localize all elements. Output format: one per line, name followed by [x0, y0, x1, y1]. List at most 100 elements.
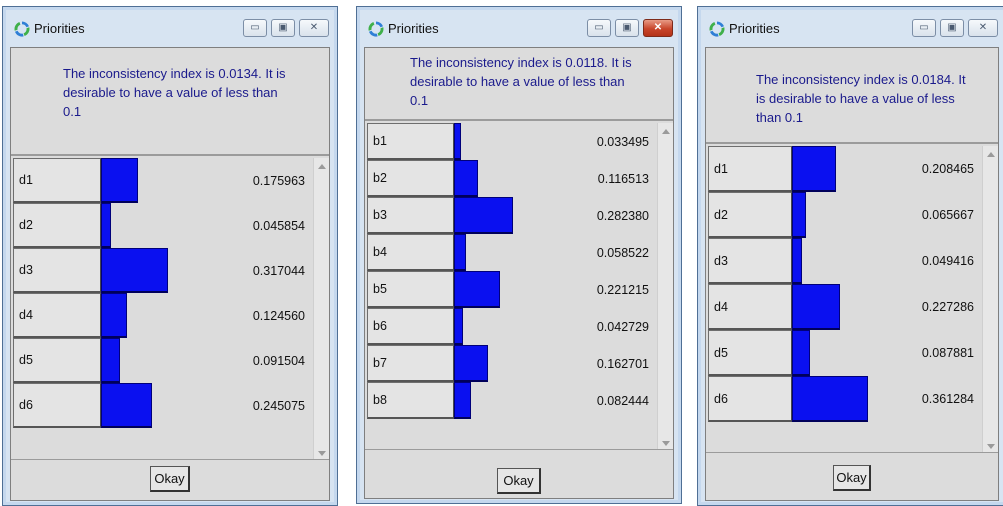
scroll-up-icon[interactable]	[987, 152, 995, 157]
priorities-app-icon	[13, 20, 31, 38]
vertical-scrollbar[interactable]	[313, 158, 329, 462]
priority-value: 0.245075	[252, 398, 305, 413]
row-label: b2	[367, 160, 454, 197]
scroll-down-icon[interactable]	[662, 441, 670, 446]
row-label: d3	[13, 248, 101, 293]
row-label: d3	[708, 238, 792, 284]
priority-value: 0.175963	[252, 173, 305, 188]
priority-value: 0.227286	[921, 300, 974, 314]
okay-button[interactable]: Okay	[497, 468, 541, 494]
maximize-button[interactable]: ▣	[940, 19, 964, 37]
vertical-scrollbar[interactable]	[657, 123, 673, 452]
priorities-window-3: Priorities ▭ ▣ ✕ The inconsistency index is …	[697, 6, 1003, 506]
maximize-button[interactable]: ▣	[271, 19, 295, 37]
scroll-down-icon[interactable]	[987, 444, 995, 449]
priority-row: d3 0.317044	[13, 248, 313, 293]
priority-value: 0.082444	[596, 393, 649, 408]
row-label: d4	[13, 293, 101, 338]
priority-bar	[454, 160, 478, 197]
okay-button[interactable]: Okay	[150, 466, 190, 492]
priority-bar	[101, 293, 127, 338]
priority-row: d1 0.175963	[13, 158, 313, 203]
scroll-up-icon[interactable]	[318, 164, 326, 169]
row-label: b4	[367, 234, 454, 271]
priority-value: 0.091504	[252, 353, 305, 368]
maximize-icon: ▣	[622, 22, 632, 33]
minimize-button[interactable]: ▭	[587, 19, 611, 37]
window-title: Priorities	[729, 21, 780, 36]
title-bar: Priorities ▭ ▣ ✕	[3, 7, 337, 41]
minimize-icon: ▭	[919, 22, 929, 33]
priority-bar	[101, 158, 138, 203]
priority-value: 0.045854	[252, 218, 305, 233]
minimize-button[interactable]: ▭	[243, 19, 267, 37]
dialog-footer: Okay	[11, 459, 329, 500]
dialog-footer: Okay	[365, 449, 673, 498]
close-icon: ✕	[978, 22, 988, 33]
priority-bar	[792, 330, 810, 376]
priority-value: 0.116513	[597, 171, 649, 186]
window-controls: ▭ ▣ ✕	[912, 19, 998, 37]
priorities-app-icon	[367, 20, 385, 38]
inconsistency-message: The inconsistency index is 0.0184. It is…	[706, 48, 998, 144]
priority-bar	[792, 146, 836, 192]
priority-bar	[792, 238, 802, 284]
vertical-scrollbar[interactable]	[982, 146, 998, 455]
priority-bar	[454, 197, 513, 234]
priority-bar	[792, 376, 868, 422]
priority-row: d2 0.065667	[708, 192, 982, 238]
close-button[interactable]: ✕	[968, 19, 998, 37]
maximize-icon: ▣	[278, 22, 288, 33]
window-title: Priorities	[34, 21, 85, 36]
priority-row: d4 0.227286	[708, 284, 982, 330]
priority-value: 0.221215	[596, 282, 649, 297]
priority-row: d6 0.361284	[708, 376, 982, 422]
close-button[interactable]: ✕	[299, 19, 329, 37]
maximize-button[interactable]: ▣	[615, 19, 639, 37]
priority-bar	[101, 248, 168, 293]
inconsistency-message: The inconsistency index is 0.0134. It is…	[11, 48, 329, 156]
row-label: d2	[708, 192, 792, 238]
priority-value: 0.065667	[921, 208, 974, 222]
priority-bar	[454, 308, 463, 345]
minimize-button[interactable]: ▭	[912, 19, 936, 37]
priority-bar	[454, 382, 471, 419]
close-icon: ✕	[653, 22, 663, 33]
priority-value: 0.317044	[252, 263, 305, 278]
row-label: b1	[367, 123, 454, 160]
scroll-up-icon[interactable]	[662, 129, 670, 134]
priority-value: 0.124560	[252, 308, 305, 323]
priority-row: d5 0.091504	[13, 338, 313, 383]
priority-row: d6 0.245075	[13, 383, 313, 428]
priority-bar	[101, 338, 120, 383]
row-label: b8	[367, 382, 454, 419]
priority-row: b4 0.058522	[367, 234, 657, 271]
row-label: b7	[367, 345, 454, 382]
priority-value: 0.033495	[596, 134, 649, 149]
dialog-footer: Okay	[706, 452, 998, 500]
scroll-down-icon[interactable]	[318, 451, 326, 456]
row-label: b5	[367, 271, 454, 308]
priority-row: b1 0.033495	[367, 123, 657, 160]
priority-row: b3 0.282380	[367, 197, 657, 234]
priorities-panel: The inconsistency index is 0.0134. It is…	[10, 47, 330, 501]
priority-value: 0.042729	[596, 319, 649, 334]
priority-value: 0.208465	[921, 162, 974, 176]
row-label: b6	[367, 308, 454, 345]
priority-value: 0.087881	[921, 346, 974, 360]
priority-bar	[454, 271, 500, 308]
row-label: d2	[13, 203, 101, 248]
priority-value: 0.162701	[596, 356, 649, 371]
priority-row: b8 0.082444	[367, 382, 657, 419]
priority-row: d3 0.049416	[708, 238, 982, 284]
row-label: d5	[708, 330, 792, 376]
priority-bar	[792, 284, 840, 330]
priorities-app-icon	[708, 20, 726, 38]
close-button[interactable]: ✕	[643, 19, 673, 37]
okay-button[interactable]: Okay	[833, 465, 871, 491]
priority-row: b5 0.221215	[367, 271, 657, 308]
priority-bar	[454, 345, 488, 382]
row-label: d1	[708, 146, 792, 192]
priority-bar	[792, 192, 806, 238]
row-label: d1	[13, 158, 101, 203]
